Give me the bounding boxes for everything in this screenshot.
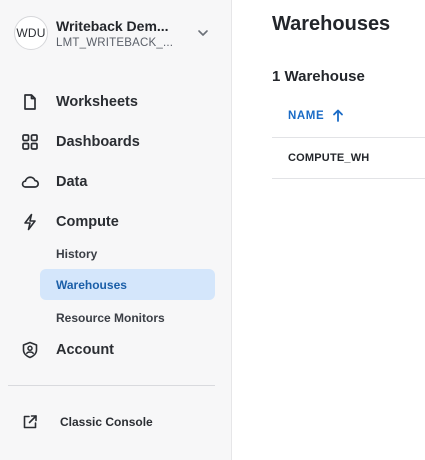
lightning-icon: [20, 212, 40, 232]
nav-data[interactable]: Data: [20, 168, 216, 196]
page-title: Warehouses: [272, 13, 391, 35]
grid-icon: [20, 132, 40, 152]
nav-worksheets[interactable]: Worksheets: [20, 88, 216, 116]
sidebar-item-history[interactable]: History: [40, 238, 215, 269]
nav-data-label: Data: [56, 174, 88, 190]
sidebar-item-warehouses[interactable]: Warehouses: [40, 269, 215, 300]
main-content: Warehouses 1 Warehouse NAME COMPUTE_WH: [232, 0, 425, 460]
classic-console-label: Classic Console: [60, 415, 153, 429]
external-link-icon: [20, 412, 40, 432]
account-name: Writeback Dem...: [56, 17, 169, 34]
account-switcher[interactable]: WDU Writeback Dem... LMT_WRITEBACK_...: [14, 14, 218, 52]
table-row[interactable]: COMPUTE_WH: [272, 138, 425, 178]
account-id: LMT_WRITEBACK_...: [56, 36, 174, 49]
nav-worksheets-label: Worksheets: [56, 94, 138, 110]
column-header-label: NAME: [288, 109, 325, 122]
nav-account-label: Account: [56, 342, 114, 358]
document-icon: [20, 92, 40, 112]
nav-compute[interactable]: Compute: [20, 208, 216, 236]
nav-account[interactable]: Account: [20, 336, 216, 364]
classic-console-link[interactable]: Classic Console: [20, 409, 216, 435]
account-info: Writeback Dem... LMT_WRITEBACK_...: [56, 18, 186, 49]
sidebar-item-resource-monitors[interactable]: Resource Monitors: [40, 302, 215, 333]
warehouse-count: 1 Warehouse: [272, 68, 365, 85]
sidebar: WDU Writeback Dem... LMT_WRITEBACK_... W…: [0, 0, 232, 460]
column-header-name[interactable]: NAME: [288, 109, 344, 122]
table-divider: [272, 178, 425, 179]
sort-ascending-icon: [333, 109, 344, 122]
cloud-icon: [20, 172, 40, 192]
chevron-down-icon[interactable]: [196, 26, 210, 40]
sidebar-divider: [8, 385, 215, 386]
nav-compute-label: Compute: [56, 214, 119, 230]
shield-user-icon: [20, 340, 40, 360]
warehouse-name-cell: COMPUTE_WH: [288, 152, 370, 164]
nav-dashboards[interactable]: Dashboards: [20, 128, 216, 156]
nav-dashboards-label: Dashboards: [56, 134, 140, 150]
avatar: WDU: [14, 16, 48, 50]
